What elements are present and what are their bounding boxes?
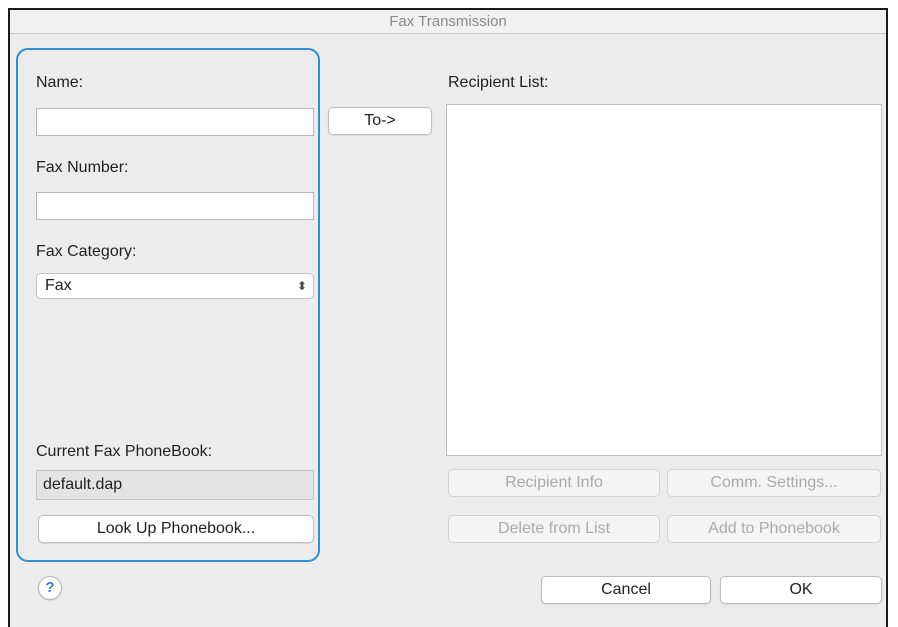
to-button[interactable]: To->	[328, 107, 432, 135]
fax-number-label: Fax Number:	[36, 159, 129, 176]
name-input[interactable]	[36, 108, 314, 136]
current-phonebook-field: default.dap	[36, 470, 314, 500]
fax-category-selected-value: Fax	[45, 277, 72, 294]
recipient-list[interactable]	[446, 104, 882, 456]
comm-settings-button[interactable]: Comm. Settings...	[667, 469, 881, 497]
select-up-down-icon: ⬍	[296, 279, 307, 293]
fax-number-input[interactable]	[36, 192, 314, 220]
recipient-info-button[interactable]: Recipient Info	[448, 469, 660, 497]
look-up-phonebook-button[interactable]: Look Up Phonebook...	[38, 515, 314, 543]
window-title: Fax Transmission	[10, 10, 886, 34]
fax-category-label: Fax Category:	[36, 243, 137, 260]
recipient-list-label: Recipient List:	[448, 74, 549, 91]
current-phonebook-label: Current Fax PhoneBook:	[36, 443, 213, 460]
name-label: Name:	[36, 74, 84, 91]
fax-category-select[interactable]: Fax ⬍	[36, 273, 314, 299]
ok-button[interactable]: OK	[720, 576, 882, 604]
fax-transmission-dialog: Fax Transmission Name: Fax Number: Fax C…	[8, 8, 888, 627]
add-to-phonebook-button[interactable]: Add to Phonebook	[667, 515, 881, 543]
cancel-button[interactable]: Cancel	[541, 576, 711, 604]
delete-from-list-button[interactable]: Delete from List	[448, 515, 660, 543]
help-icon[interactable]: ?	[38, 576, 62, 600]
